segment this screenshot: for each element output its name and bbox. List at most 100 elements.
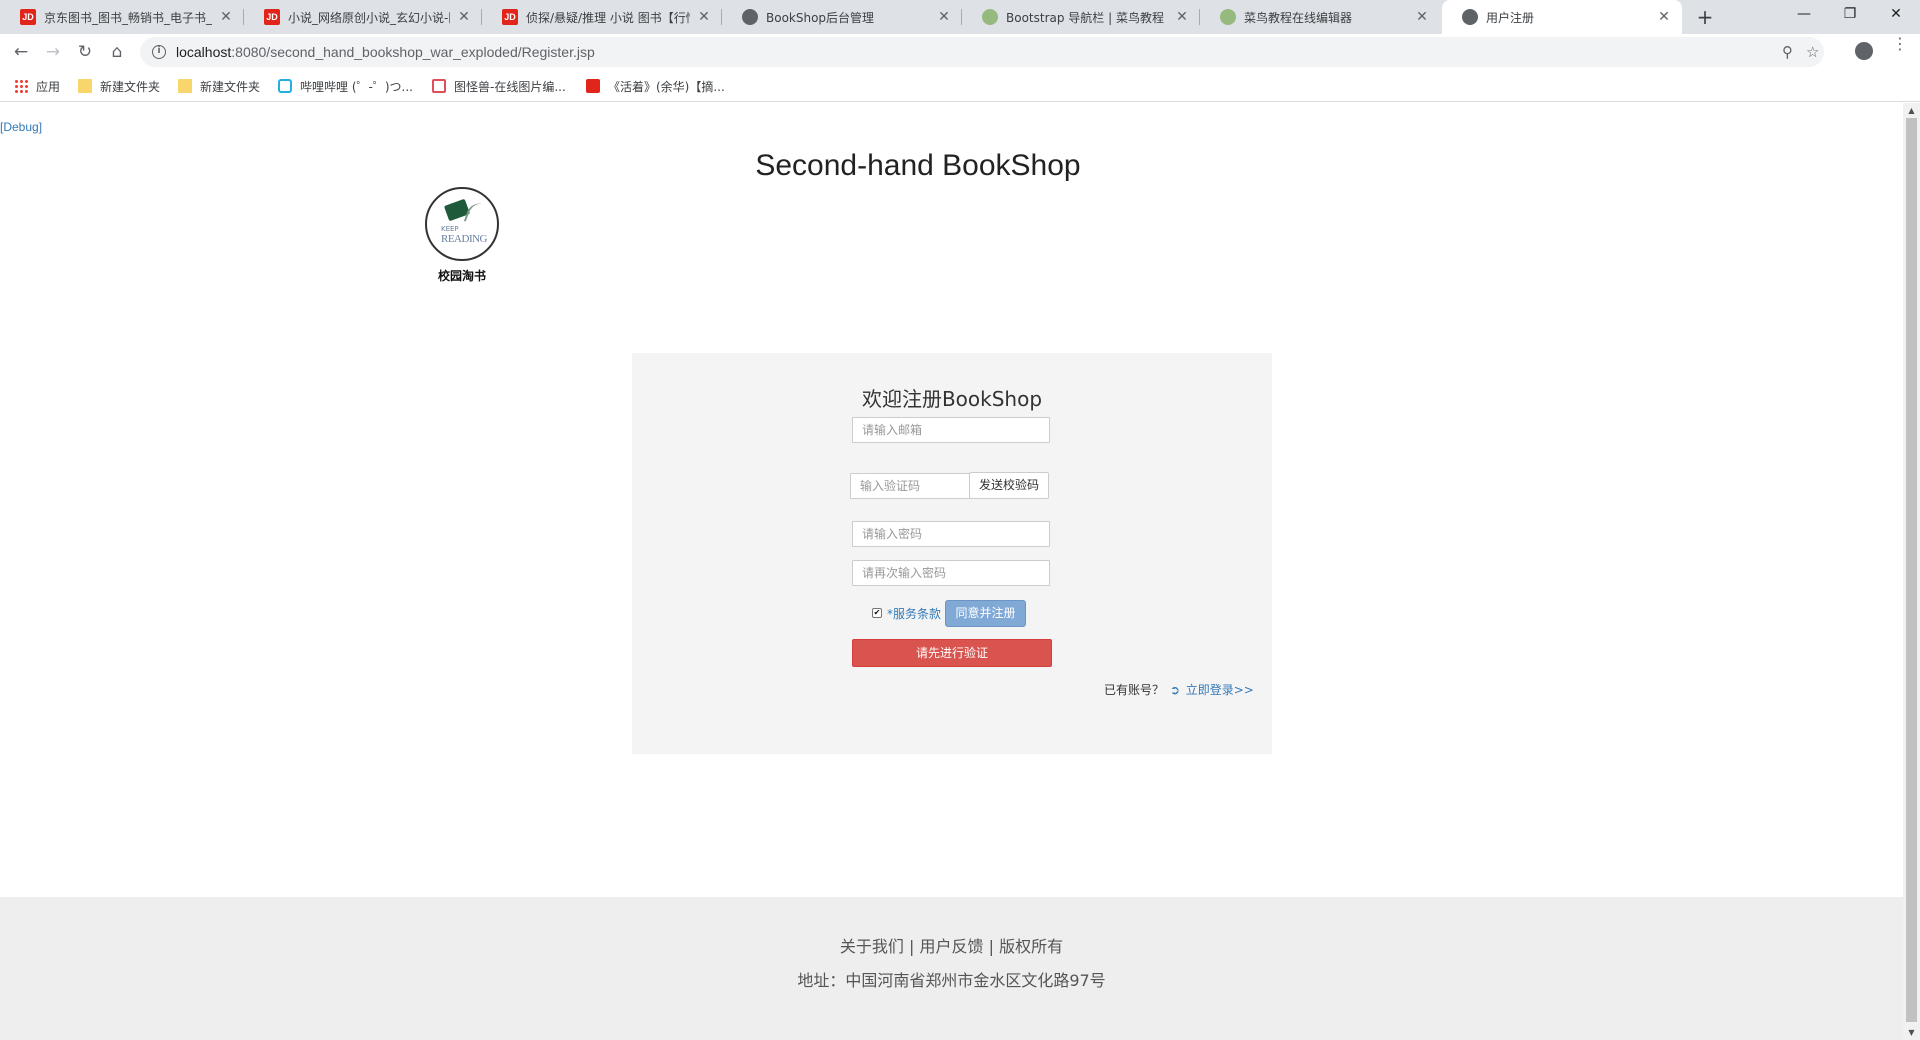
tab-title: 京东图书_图书_畅销书_电子书_新 — [44, 10, 212, 25]
home-icon[interactable]: ⌂ — [104, 39, 130, 65]
have-account-text: 已有账号？ — [1104, 683, 1165, 697]
browser-tab[interactable]: BookShop后台管理 ✕ — [722, 0, 962, 34]
browser-tabstrip: JD 京东图书_图书_畅销书_电子书_新 ✕ JD 小说_网络原创小说_玄幻小说… — [0, 0, 1920, 34]
bookmark-label: 图怪兽-在线图片编... — [454, 79, 566, 94]
restore-icon[interactable]: ❐ — [1827, 0, 1873, 30]
logo-reading-text: READING — [441, 233, 488, 245]
bookmark-label: 《活着》(余华)【摘... — [608, 79, 725, 94]
bookmark-folder[interactable]: 新建文件夹 — [178, 76, 260, 96]
footer-copyright-link[interactable]: 版权所有 — [999, 937, 1063, 956]
bookmark-label: 新建文件夹 — [200, 79, 261, 94]
close-icon[interactable]: ✕ — [1414, 9, 1430, 25]
menu-kebab-icon[interactable]: ⋮ — [1892, 36, 1908, 52]
close-icon[interactable]: ✕ — [696, 9, 712, 25]
browser-tab[interactable]: JD 京东图书_图书_畅销书_电子书_新 ✕ — [0, 0, 244, 34]
runoob-icon — [982, 9, 998, 25]
site-title: Second-hand BookShop — [755, 149, 1081, 182]
back-icon[interactable]: ← — [8, 39, 34, 65]
login-prompt: 已有账号？ ➲ 立即登录>> — [1104, 681, 1254, 698]
debug-link[interactable]: [Debug] — [0, 120, 42, 134]
logo-keep-text: KEEP — [441, 225, 459, 233]
jd-icon: JD — [264, 9, 280, 25]
bilibili-icon — [278, 79, 292, 93]
browser-tab[interactable]: JD 小说_网络原创小说_玄幻小说-图 ✕ — [244, 0, 482, 34]
leaf-icon — [463, 200, 491, 228]
address-bar[interactable]: i localhost:8080/second_hand_bookshop_wa… — [140, 37, 1824, 67]
footer-separator: | — [909, 937, 915, 956]
login-icon[interactable]: ➲ — [1170, 683, 1180, 697]
bookmark-folder[interactable]: 新建文件夹 — [78, 76, 160, 96]
url-text[interactable]: localhost:8080/second_hand_bookshop_war_… — [176, 44, 595, 60]
folder-icon — [78, 79, 92, 93]
new-tab-button[interactable]: + — [1692, 4, 1718, 30]
site-logo: KEEP READING 校园淘书 — [424, 187, 500, 284]
tuguaishou-icon — [432, 79, 446, 93]
close-icon[interactable]: ✕ — [936, 9, 952, 25]
url-host: localhost — [176, 44, 232, 60]
footer-feedback-link[interactable]: 用户反馈 — [919, 937, 983, 956]
password-confirm-input[interactable]: 请再次输入密码 — [852, 560, 1050, 586]
tab-title: 侦探/悬疑/推理 小说 图书【行情 — [526, 10, 690, 25]
footer-links: 关于我们 | 用户反馈 | 版权所有 — [0, 933, 1903, 957]
agree-register-button[interactable]: 同意并注册 — [945, 599, 1027, 627]
page-scrollbar[interactable]: ▲ ▼ — [1903, 103, 1920, 1040]
browser-tab[interactable]: Bootstrap 导航栏 | 菜鸟教程 ✕ — [962, 0, 1200, 34]
close-icon[interactable]: ✕ — [218, 9, 234, 25]
register-panel: 欢迎注册BookShop 请输入邮箱 输入验证码 发送校验码 请输入密码 请再次… — [632, 353, 1272, 754]
globe-icon — [1462, 9, 1478, 25]
send-code-button[interactable]: 发送校验码 — [969, 472, 1049, 499]
close-icon[interactable]: ✕ — [1656, 9, 1672, 25]
jd-icon: JD — [502, 9, 518, 25]
forward-icon[interactable]: → — [40, 39, 66, 65]
register-heading: 欢迎注册BookShop — [861, 387, 1043, 411]
apps-icon — [14, 79, 28, 93]
logo-caption: 校园淘书 — [437, 269, 486, 283]
bookmarks-bar: 应用 新建文件夹 新建文件夹 哔哩哔哩 (゜-゜)つ... 图怪兽-在线图片编.… — [0, 70, 1920, 102]
folder-icon — [178, 79, 192, 93]
bookmark-tuguaishou[interactable]: 图怪兽-在线图片编... — [432, 76, 566, 96]
verify-first-button[interactable]: 请先进行验证 — [852, 639, 1052, 667]
minimize-icon[interactable]: — — [1781, 0, 1827, 30]
reload-icon[interactable]: ↻ — [72, 39, 98, 65]
page-viewport: [Debug] Second-hand BookShop KEEP READIN… — [0, 103, 1903, 1040]
tab-title: 小说_网络原创小说_玄幻小说-图 — [288, 10, 450, 25]
footer-about-link[interactable]: 关于我们 — [840, 937, 904, 956]
bookmark-bilibili[interactable]: 哔哩哔哩 (゜-゜)つ... — [278, 76, 413, 96]
globe-icon — [742, 9, 758, 25]
bookmark-label: 应用 — [36, 79, 61, 94]
email-input[interactable]: 请输入邮箱 — [852, 417, 1050, 443]
bookmark-star-icon[interactable]: ☆ — [1806, 37, 1819, 67]
bookmark-label: 新建文件夹 — [100, 79, 161, 94]
browser-tab[interactable]: 菜鸟教程在线编辑器 ✕ — [1200, 0, 1440, 34]
password-input[interactable]: 请输入密码 — [852, 521, 1050, 547]
zoom-icon[interactable]: ⚲ — [1782, 37, 1793, 67]
runoob-icon — [1220, 9, 1236, 25]
close-icon[interactable]: ✕ — [1174, 9, 1190, 25]
scroll-up-icon[interactable]: ▲ — [1903, 103, 1920, 118]
site-info-icon[interactable]: i — [152, 45, 166, 59]
browser-tab[interactable]: JD 侦探/悬疑/推理 小说 图书【行情 ✕ — [482, 0, 722, 34]
jd-icon: JD — [20, 9, 36, 25]
close-icon[interactable]: ✕ — [456, 9, 472, 25]
browser-tab-active[interactable]: 用户注册 ✕ — [1442, 0, 1682, 34]
tab-title: Bootstrap 导航栏 | 菜鸟教程 — [1006, 10, 1164, 25]
scrollbar-thumb[interactable] — [1906, 118, 1917, 1022]
bookmark-apps[interactable]: 应用 — [14, 76, 60, 96]
bookmark-label: 哔哩哔哩 (゜-゜)つ... — [300, 79, 413, 94]
verification-code-input[interactable]: 输入验证码 — [850, 473, 970, 499]
terms-checkbox[interactable]: ✔ — [872, 608, 882, 618]
url-path: :8080/second_hand_bookshop_war_exploded/… — [231, 44, 595, 60]
tab-title: 用户注册 — [1486, 10, 1535, 25]
terms-link[interactable]: *服务条款 — [887, 605, 941, 622]
login-link[interactable]: 立即登录>> — [1186, 683, 1254, 697]
profile-avatar-icon[interactable] — [1855, 42, 1873, 60]
scroll-down-icon[interactable]: ▼ — [1903, 1025, 1920, 1040]
window-close-icon[interactable]: ✕ — [1873, 0, 1919, 30]
bookmark-jd[interactable]: 《活着》(余华)【摘... — [586, 76, 725, 96]
footer-address: 地址：中国河南省郑州市金水区文化路97号 — [797, 971, 1106, 990]
tab-title: BookShop后台管理 — [766, 10, 875, 25]
footer-separator: | — [988, 937, 994, 956]
jd-icon — [586, 79, 600, 93]
tab-title: 菜鸟教程在线编辑器 — [1244, 10, 1353, 25]
browser-toolbar: ← → ↻ ⌂ i localhost:8080/second_hand_boo… — [0, 34, 1920, 70]
